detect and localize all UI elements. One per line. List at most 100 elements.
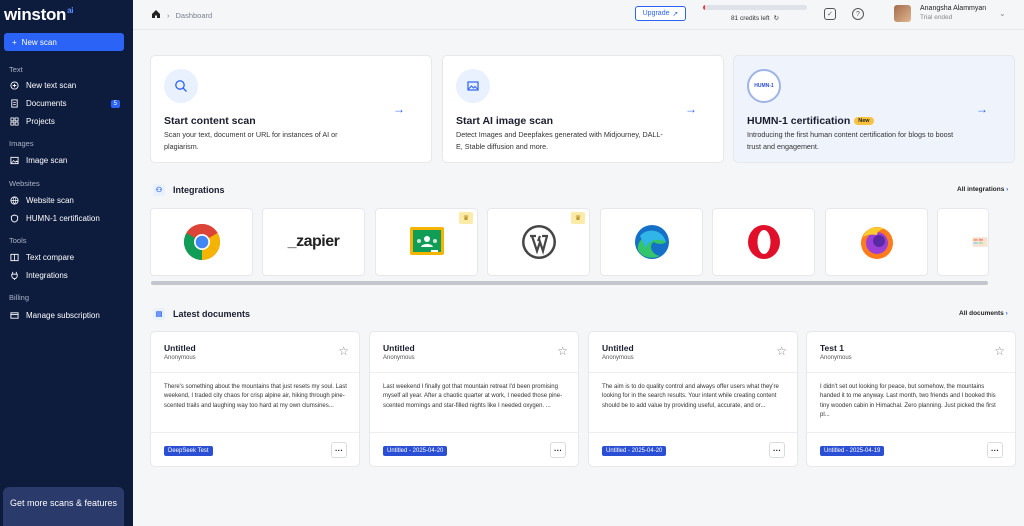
sidebar-item-website-scan[interactable]: Website scan [10,196,120,205]
rocket-icon: ➚ [672,10,679,18]
new-badge: New [854,117,874,126]
integration-edge[interactable] [600,208,703,276]
avatar[interactable] [894,5,911,22]
section-label-text: Text [9,65,23,74]
more-options-button[interactable]: ··· [987,442,1003,458]
all-integrations-link[interactable]: All integrations › [957,186,1008,193]
content-scan-card[interactable]: Start content scan Scan your text, docum… [150,55,432,163]
integration-firefox[interactable] [825,208,928,276]
zapier-logo: _zapier [287,233,340,250]
divider [807,432,1015,433]
search-icon [164,69,198,103]
ai-image-scan-card[interactable]: Start AI image scan Detect Images and De… [442,55,724,163]
arrow-right-icon[interactable]: → [976,102,988,116]
edge-icon [634,225,669,259]
sidebar-item-projects[interactable]: Projects [10,117,120,126]
document-title: Untitled [383,343,415,353]
grid-icon [10,117,19,126]
chevron-right-icon: › [167,10,170,20]
card-description: Introducing the first human content cert… [747,130,954,151]
document-tag[interactable]: Untitled - 2025-04-19 [820,446,885,456]
plug-icon [10,271,19,280]
help-icon[interactable]: ? [852,8,864,20]
app-icon [972,237,988,247]
document-title: Untitled [602,343,634,353]
star-icon[interactable]: ☆ [776,344,787,358]
get-more-scans-button[interactable]: Get more scans & features [3,487,124,526]
integrations-header: ⚇ Integrations [153,184,225,196]
integration-wordpress[interactable]: ♛ [487,208,590,276]
globe-icon [10,196,19,205]
sidebar-item-manage-subscription[interactable]: Manage subscription [10,311,120,320]
shield-icon [10,214,19,223]
image-icon [456,69,490,103]
credits-progress-bar [703,5,807,10]
more-options-button[interactable]: ··· [550,442,566,458]
card-title: Start content scan [164,115,256,127]
refresh-icon[interactable]: ↻ [774,14,779,22]
divider [151,372,359,373]
sidebar-item-new-text-scan[interactable]: New text scan [10,81,120,90]
chevron-down-icon[interactable]: ⌄ [999,9,1006,18]
document-icon [10,99,19,108]
google-classroom-icon [409,227,444,255]
shield-check-icon[interactable]: ✓ [824,8,836,20]
document-tag[interactable]: DeepSeek Test [164,446,213,456]
integration-partial[interactable] [937,208,989,276]
document-author: Anonymous [164,355,196,361]
documents-count-badge: 5 [110,99,120,108]
sidebar-item-humn-certification[interactable]: HUMN-1 certification [10,214,120,223]
sidebar-item-integrations[interactable]: Integrations [10,271,120,280]
breadcrumb-dashboard: Dashboard [175,10,213,20]
winston-logo[interactable]: winstonai [4,5,74,25]
document-title: Test 1 [820,343,844,353]
humn-seal-icon: HUMN-1 [747,69,781,103]
document-preview: I didn't set out looking for peace, but … [820,384,996,418]
more-options-button[interactable]: ··· [331,442,347,458]
sidebar-item-documents[interactable]: Documents 5 [10,99,120,108]
more-options-button[interactable]: ··· [769,442,785,458]
divider [589,372,797,373]
document-card[interactable]: Untitled Anonymous ☆ Last weekend I fina… [369,331,579,467]
section-label-tools: Tools [9,236,27,245]
new-scan-button[interactable]: + New scan [4,33,124,51]
integration-google-classroom[interactable]: ♛ [375,208,478,276]
divider [151,432,359,433]
sidebar-item-text-compare[interactable]: Text compare [10,253,120,262]
document-preview: The aim is to do quality control and alw… [602,384,779,409]
card-title: Start AI image scan [456,115,554,127]
credit-card-icon [10,311,19,320]
plug-icon: ⚇ [153,184,165,196]
document-card[interactable]: Untitled Anonymous ☆ There's something a… [150,331,360,467]
home-icon[interactable] [151,9,161,21]
document-card[interactable]: Untitled Anonymous ☆ The aim is to do qu… [588,331,798,467]
integration-zapier[interactable]: _zapier [262,208,365,276]
document-title: Untitled [164,343,196,353]
plus-circle-icon [10,81,19,90]
all-documents-link[interactable]: All documents › [959,310,1008,317]
firefox-icon [860,227,893,259]
arrow-right-icon[interactable]: → [685,102,697,116]
document-card[interactable]: Test 1 Anonymous ☆ I didn't set out look… [806,331,1016,467]
crown-icon: ♛ [459,212,473,224]
divider [370,432,578,433]
humn-certification-card[interactable]: HUMN-1 HUMN-1 certification New Introduci… [733,55,1015,163]
star-icon[interactable]: ☆ [557,344,568,358]
star-icon[interactable]: ☆ [338,344,349,358]
document-tag[interactable]: Untitled - 2025-04-20 [383,446,448,456]
upgrade-button[interactable]: Upgrade ➚ [635,6,686,21]
section-label-billing: Billing [9,293,30,302]
section-label-websites: Websites [9,179,40,188]
document-icon: ▤ [153,308,165,320]
integration-opera[interactable] [712,208,815,276]
integration-chrome[interactable] [150,208,253,276]
integrations-scrollbar[interactable] [151,281,988,285]
credits-text: 81 credits left [730,14,770,22]
arrow-right-icon[interactable]: → [393,102,405,116]
sidebar-item-image-scan[interactable]: Image scan [10,156,120,165]
credits-progress-fill [703,5,706,10]
document-tag[interactable]: Untitled - 2025-04-20 [602,446,667,456]
star-icon[interactable]: ☆ [994,344,1005,358]
user-name: Anangsha Alammyan [920,5,987,12]
card-description: Scan your text, document or URL for inst… [164,130,338,151]
